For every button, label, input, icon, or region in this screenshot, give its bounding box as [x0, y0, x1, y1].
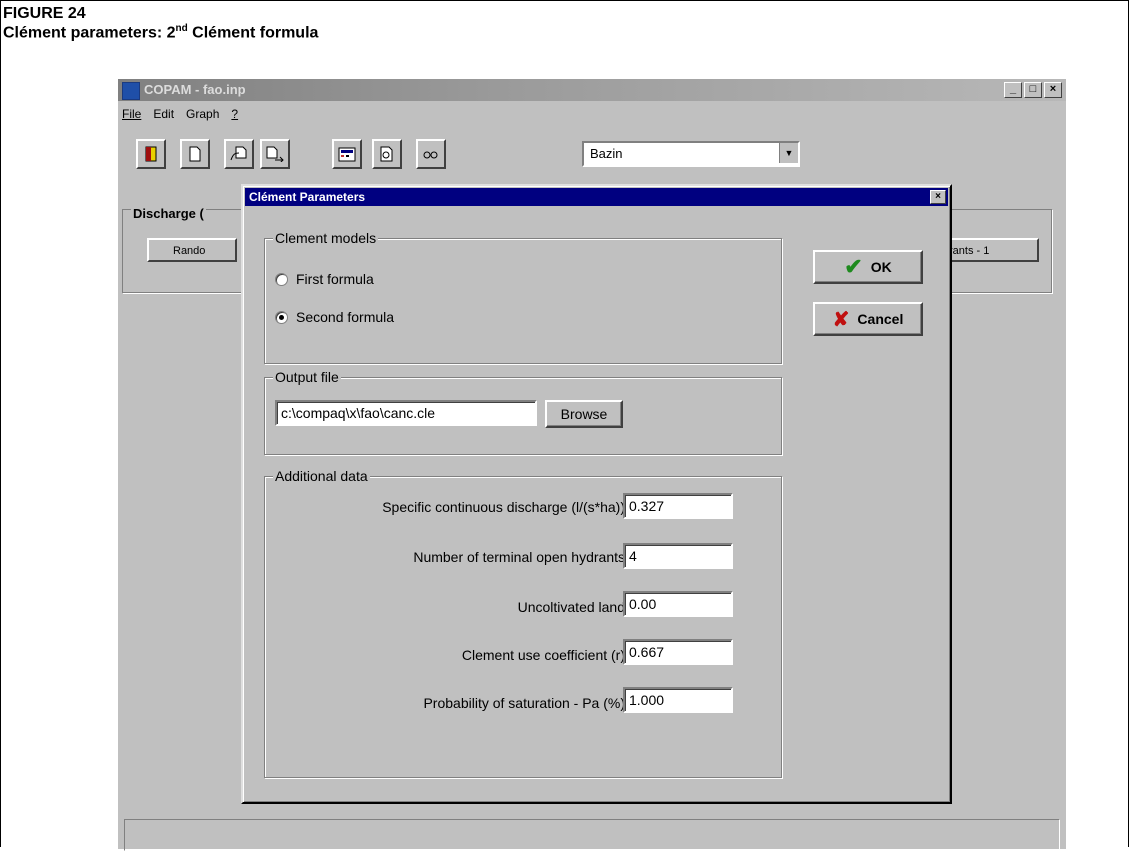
use-coefficient-field[interactable]: 0.667: [623, 639, 733, 665]
dialog-title: Clément Parameters: [249, 190, 366, 204]
field-label: Specific continuous discharge (l/(s*ha)): [382, 499, 625, 515]
ok-button[interactable]: ✔ OK: [813, 250, 923, 284]
calculator-icon[interactable]: [332, 139, 362, 169]
dialog-close-icon[interactable]: ×: [930, 190, 946, 204]
specific-discharge-field[interactable]: 0.327: [623, 493, 733, 519]
models-legend: Clement models: [273, 230, 379, 246]
field-label: Clement use coefficient (r): [461, 647, 625, 663]
menu-file[interactable]: File: [122, 107, 141, 121]
save-file-icon[interactable]: [260, 139, 290, 169]
terminal-hydrants-field[interactable]: 4: [623, 543, 733, 569]
minimize-button[interactable]: _: [1004, 82, 1022, 98]
view-icon[interactable]: [416, 139, 446, 169]
field-label: Probability of saturation - Pa (%): [423, 695, 625, 711]
close-button[interactable]: ×: [1044, 82, 1062, 98]
new-file-icon[interactable]: [180, 139, 210, 169]
additional-legend: Additional data: [273, 468, 370, 484]
first-formula-label: First formula: [296, 271, 374, 287]
menu-help[interactable]: ?: [231, 107, 238, 121]
additional-data-group: Additional data Specific continuous disc…: [264, 468, 782, 778]
browse-button[interactable]: Browse: [545, 400, 623, 428]
app-icon: [122, 82, 140, 100]
chevron-down-icon[interactable]: ▼: [779, 143, 798, 163]
cancel-button[interactable]: ✘ Cancel: [813, 302, 923, 336]
menu-bar: File Edit Graph ?: [122, 107, 238, 121]
output-file-group: Output file c:\compaq\x\fao\canc.cle Bro…: [264, 369, 782, 455]
first-formula-radio[interactable]: First formula: [275, 271, 374, 287]
field-label: Number of terminal open hydrants: [413, 549, 625, 565]
exit-icon[interactable]: [136, 139, 166, 169]
clement-parameters-dialog: Clément Parameters × Clement models Firs…: [241, 184, 952, 804]
second-formula-label: Second formula: [296, 309, 395, 325]
output-path-field[interactable]: c:\compaq\x\fao\canc.cle: [275, 400, 537, 426]
checkmark-icon: ✔: [844, 254, 863, 279]
figure-number: FIGURE 24: [3, 5, 86, 22]
dialog-title-bar: Clément Parameters ×: [245, 188, 948, 206]
menu-graph[interactable]: Graph: [186, 107, 219, 121]
random-button[interactable]: Rando: [147, 238, 237, 262]
cancel-x-icon: ✘: [832, 308, 850, 331]
formula-select[interactable]: Bazin ▼: [582, 141, 800, 167]
menu-edit[interactable]: Edit: [153, 107, 174, 121]
probability-saturation-field[interactable]: 1.000: [623, 687, 733, 713]
field-label: Uncoltivated land: [517, 599, 625, 615]
open-file-icon[interactable]: [224, 139, 254, 169]
discharge-group-label: Discharge (: [131, 206, 206, 221]
maximize-button[interactable]: □: [1024, 82, 1042, 98]
status-bar: [124, 819, 1060, 851]
preview-icon[interactable]: [372, 139, 402, 169]
uncultivated-land-field[interactable]: 0.00: [623, 591, 733, 617]
app-title-bar: COPAM - fao.inp _ □ ×: [118, 79, 1066, 101]
output-legend: Output file: [273, 369, 341, 385]
figure-title: Clément parameters: 2nd Clément formula: [3, 23, 319, 42]
app-title: COPAM - fao.inp: [144, 82, 246, 97]
second-formula-radio[interactable]: Second formula: [275, 309, 394, 325]
radio-selected-icon: [275, 310, 288, 324]
radio-icon: [275, 272, 288, 286]
models-group: Clement models First formula Second form…: [264, 230, 782, 364]
